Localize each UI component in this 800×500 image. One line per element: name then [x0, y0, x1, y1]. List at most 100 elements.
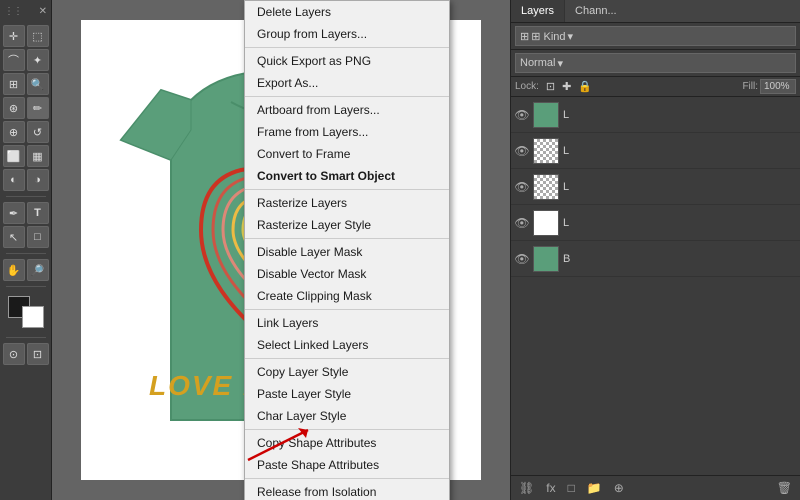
path-select-tool[interactable]: ↖ — [3, 226, 25, 248]
hand-tool[interactable]: ✋ — [3, 259, 25, 281]
layers-toolbar: ⊞ ⊞ Kind ▾ — [511, 23, 800, 50]
lock-label: Lock: — [515, 81, 539, 92]
create-layer-btn[interactable]: ⊕ — [610, 479, 628, 497]
layer-item[interactable]: 👁 L — [511, 133, 800, 169]
menu-item-paste-layer-style[interactable]: Paste Layer Style — [245, 383, 449, 405]
layer-visibility-toggle[interactable]: 👁 — [515, 216, 529, 230]
menu-item-rasterize-layer-style[interactable]: Rasterize Layer Style — [245, 214, 449, 236]
layer-thumbnail — [533, 102, 559, 128]
layer-name: L — [563, 145, 796, 157]
marquee-tool[interactable]: ⬚ — [27, 25, 49, 47]
delete-layer-btn[interactable]: 🗑 — [773, 479, 796, 497]
handle-dots: ⋮⋮ — [4, 6, 22, 17]
eraser-tool[interactable]: ⬜ — [3, 145, 25, 167]
toolbar-divider-2 — [6, 253, 46, 254]
add-layer-style-btn[interactable]: fx — [542, 479, 559, 497]
menu-item-convert-to-smart-object[interactable]: Convert to Smart Object — [245, 165, 449, 187]
menu-item-link-layers[interactable]: Link Layers — [245, 312, 449, 334]
screen-mode[interactable]: ⊡ — [27, 343, 49, 365]
lasso-tool[interactable]: ⌒ — [3, 49, 25, 71]
menu-item-delete-layers[interactable]: Delete Layers — [245, 1, 449, 23]
tool-row-3: ⊞ 🔍 — [2, 73, 50, 95]
layer-item[interactable]: 👁 L — [511, 97, 800, 133]
layers-panel-header: Layers Chann... — [511, 0, 800, 23]
burn-tool[interactable]: ◑ — [27, 169, 49, 191]
tool-row-4: ⊛ ✏ — [2, 97, 50, 119]
layer-thumbnail — [533, 174, 559, 200]
menu-item-rasterize-layers[interactable]: Rasterize Layers — [245, 192, 449, 214]
quick-mask-mode[interactable]: ⊙ — [3, 343, 25, 365]
layer-thumbnail — [533, 246, 559, 272]
toolbar-close-btn[interactable]: ✕ — [39, 6, 47, 17]
brush-tool[interactable]: ✏ — [27, 97, 49, 119]
type-tool[interactable]: T — [27, 202, 49, 224]
zoom-tool[interactable]: 🔎 — [27, 259, 49, 281]
layer-visibility-toggle[interactable]: 👁 — [515, 108, 529, 122]
menu-item-release-from-isolation[interactable]: Release from Isolation — [245, 481, 449, 500]
menu-separator-5 — [245, 309, 449, 310]
layer-name: L — [563, 181, 796, 193]
layer-list: 👁 L 👁 L 👁 L 👁 L 👁 — [511, 97, 800, 475]
history-brush-tool[interactable]: ↺ — [27, 121, 49, 143]
heal-tool[interactable]: ⊛ — [3, 97, 25, 119]
menu-item-create-clipping-mask[interactable]: Create Clipping Mask — [245, 285, 449, 307]
kind-select[interactable]: ⊞ ⊞ Kind ▾ — [515, 26, 796, 46]
menu-item-select-linked-layers[interactable]: Select Linked Layers — [245, 334, 449, 356]
layers-lock-row: Lock: ⊡ ✚ 🔒 Fill: 100% — [511, 77, 800, 97]
layer-visibility-toggle[interactable]: 👁 — [515, 252, 529, 266]
color-swatches[interactable] — [8, 296, 44, 328]
layer-name: L — [563, 217, 796, 229]
magic-wand-tool[interactable]: ✦ — [27, 49, 49, 71]
tool-row-7: ◐ ◑ — [2, 169, 50, 191]
lock-position-icon[interactable]: 🔒 — [576, 79, 594, 94]
canvas-area: LOVE MOSCHINO Delete Layers Group from L… — [52, 0, 510, 500]
add-mask-btn[interactable]: □ — [564, 479, 579, 497]
lock-image-icon[interactable]: ✚ — [560, 79, 573, 94]
tool-row-6: ⬜ ▦ — [2, 145, 50, 167]
lock-transparent-icon[interactable]: ⊡ — [544, 79, 557, 94]
pen-tool[interactable]: ✒ — [3, 202, 25, 224]
crop-tool[interactable]: ⊞ — [3, 73, 25, 95]
menu-item-frame-from-layers[interactable]: Frame from Layers... — [245, 121, 449, 143]
fill-label: Fill: — [742, 81, 758, 92]
layer-item[interactable]: 👁 L — [511, 169, 800, 205]
dodge-tool[interactable]: ◐ — [3, 169, 25, 191]
menu-item-disable-vector-mask[interactable]: Disable Vector Mask — [245, 263, 449, 285]
blend-mode-arrow: ▾ — [557, 57, 563, 70]
context-menu[interactable]: Delete Layers Group from Layers... Quick… — [244, 0, 450, 500]
eyedropper-tool[interactable]: 🔍 — [27, 73, 49, 95]
menu-item-copy-shape-attributes[interactable]: Copy Shape Attributes — [245, 432, 449, 454]
tab-layers[interactable]: Layers — [511, 0, 565, 22]
menu-item-artboard-from-layers[interactable]: Artboard from Layers... — [245, 99, 449, 121]
menu-item-clear-layer-style[interactable]: Char Layer Style — [245, 405, 449, 427]
layer-item[interactable]: 👁 L — [511, 205, 800, 241]
toolbar-divider-3 — [6, 286, 46, 287]
kind-icon: ⊞ — [520, 30, 529, 43]
kind-label: ⊞ Kind — [531, 30, 565, 43]
background-color[interactable] — [22, 306, 44, 328]
menu-item-disable-layer-mask[interactable]: Disable Layer Mask — [245, 241, 449, 263]
fill-opacity-control: Fill: 100% — [742, 79, 796, 94]
menu-item-quick-export[interactable]: Quick Export as PNG — [245, 50, 449, 72]
layer-item[interactable]: 👁 B — [511, 241, 800, 277]
menu-item-paste-shape-attributes[interactable]: Paste Shape Attributes — [245, 454, 449, 476]
layer-visibility-toggle[interactable]: 👁 — [515, 180, 529, 194]
create-group-btn[interactable]: 📁 — [583, 479, 606, 497]
clone-stamp-tool[interactable]: ⊕ — [3, 121, 25, 143]
menu-item-group-from-layers[interactable]: Group from Layers... — [245, 23, 449, 45]
move-tool[interactable]: ✛ — [3, 25, 25, 47]
menu-item-convert-to-frame[interactable]: Convert to Frame — [245, 143, 449, 165]
menu-separator-1 — [245, 47, 449, 48]
toolbar: ⋮⋮ ✕ ✛ ⬚ ⌒ ✦ ⊞ 🔍 ⊛ ✏ ⊕ ↺ ⬜ ▦ ◐ ◑ ✒ T ↖ □… — [0, 0, 52, 500]
layer-visibility-toggle[interactable]: 👁 — [515, 144, 529, 158]
shape-tool[interactable]: □ — [27, 226, 49, 248]
menu-item-export-as[interactable]: Export As... — [245, 72, 449, 94]
toolbar-handle: ⋮⋮ ✕ — [0, 4, 51, 19]
menu-separator-2 — [245, 96, 449, 97]
menu-item-copy-layer-style[interactable]: Copy Layer Style — [245, 361, 449, 383]
link-layers-btn[interactable]: ⛓ — [515, 479, 538, 497]
fill-value[interactable]: 100% — [760, 79, 796, 94]
gradient-tool[interactable]: ▦ — [27, 145, 49, 167]
blend-mode-select[interactable]: Normal ▾ — [515, 53, 796, 73]
tab-channels[interactable]: Chann... — [565, 0, 627, 22]
